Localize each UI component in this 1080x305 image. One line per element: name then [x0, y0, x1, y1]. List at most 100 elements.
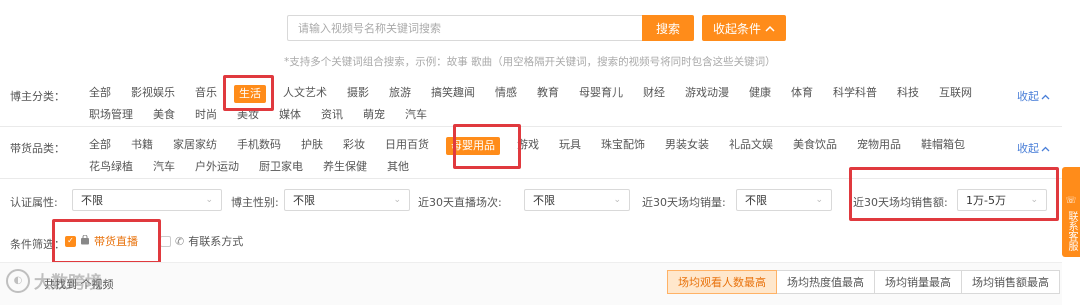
category-item[interactable]: 体育: [788, 85, 816, 103]
certification-label: 认证属性:: [10, 196, 58, 209]
category-item[interactable]: 汽车: [402, 107, 430, 122]
category-item[interactable]: 男装女装: [662, 137, 712, 155]
category-item[interactable]: 母婴用品: [446, 137, 500, 155]
category-item[interactable]: 影视娱乐: [128, 85, 178, 103]
sort-option-button[interactable]: 场均观看人数最高: [667, 270, 777, 294]
certification-select[interactable]: 不限 ⌄: [72, 189, 222, 211]
divider: [0, 178, 1062, 179]
blogger-category-list: 全部 影视娱乐 音乐 生活 人文艺术 摄影 旅游 搞笑趣闻 情感 教育 母婴育儿 财经 游戏动漫 健康 体育…: [86, 85, 1016, 122]
category-item[interactable]: 媒体: [276, 107, 304, 122]
phone-icon: ✆: [175, 234, 185, 248]
collapse-link-label: 收起: [1017, 142, 1039, 155]
category-item[interactable]: 生活: [234, 85, 266, 103]
category-item[interactable]: 手机数码: [234, 137, 284, 155]
select-value: 不限: [533, 194, 555, 207]
category-item[interactable]: 美妆: [234, 107, 262, 122]
category-item[interactable]: 互联网: [936, 85, 975, 103]
sort-option-button[interactable]: 场均热度值最高: [776, 270, 875, 294]
sort-option-button[interactable]: 场均销量最高: [874, 270, 962, 294]
category-item[interactable]: 美食饮品: [790, 137, 840, 155]
gender-label: 博主性别:: [231, 196, 279, 209]
blogger-category-collapse[interactable]: 收起: [1017, 88, 1050, 104]
chevron-down-icon: ⌄: [393, 195, 401, 205]
search-input[interactable]: [287, 15, 642, 41]
category-item[interactable]: 科技: [894, 85, 922, 103]
category-item[interactable]: 家居家纺: [170, 137, 220, 155]
category-item[interactable]: 健康: [746, 85, 774, 103]
category-item[interactable]: 礼品文娱: [726, 137, 776, 155]
category-item[interactable]: 情感: [492, 85, 520, 103]
category-item[interactable]: 财经: [640, 85, 668, 103]
blogger-category-label: 博主分类：: [10, 90, 65, 103]
avg-revenue-select[interactable]: 1万-5万 ⌄: [957, 189, 1047, 211]
select-value: 不限: [81, 194, 103, 207]
select-value: 1万-5万: [966, 194, 1006, 207]
category-item[interactable]: 资讯: [318, 107, 346, 122]
category-item[interactable]: 搞笑趣闻: [428, 85, 478, 103]
category-item[interactable]: 花鸟绿植: [86, 159, 136, 174]
collapse-conditions-button[interactable]: 收起条件: [702, 15, 786, 41]
select-value: 不限: [745, 194, 767, 207]
sort-option-button[interactable]: 场均销售额最高: [961, 270, 1060, 294]
goods-category-list: 全部 书籍 家居家纺 手机数码 护肤 彩妆 日用百货 母婴用品 游戏 玩具 珠宝配饰 男装女装 礼品文娱…: [86, 137, 1016, 174]
live-count-label: 近30天直播场次:: [418, 196, 502, 209]
sort-options: 场均观看人数最高 场均热度值最高 场均销量最高 场均销售额最高: [667, 270, 1060, 294]
avg-sales-label: 近30天场均销量:: [642, 196, 726, 209]
category-item[interactable]: 时尚: [192, 107, 220, 122]
select-value: 不限: [293, 194, 315, 207]
category-item[interactable]: 汽车: [150, 159, 178, 174]
category-item[interactable]: 美食: [150, 107, 178, 122]
category-item[interactable]: 全部: [86, 85, 114, 103]
goods-category-label: 带货品类：: [10, 142, 65, 155]
category-item[interactable]: 旅游: [386, 85, 414, 103]
category-item[interactable]: 日用百货: [382, 137, 432, 155]
category-item[interactable]: 摄影: [344, 85, 372, 103]
watermark: ◐ 大数跨境: [6, 268, 102, 293]
avg-sales-select[interactable]: 不限 ⌄: [736, 189, 832, 211]
gender-select[interactable]: 不限 ⌄: [284, 189, 410, 211]
category-item[interactable]: 职场管理: [86, 107, 136, 122]
search-bar: 搜索 收起条件: [287, 15, 786, 41]
customer-service-label: 联系客服: [1066, 211, 1077, 251]
watermark-logo-icon: ◐: [6, 268, 30, 293]
chevron-down-icon: ⌄: [205, 195, 213, 205]
category-item[interactable]: 户外运动: [192, 159, 242, 174]
divider: [0, 126, 1062, 127]
category-item[interactable]: 游戏: [514, 137, 542, 155]
category-item[interactable]: 全部: [86, 137, 114, 155]
category-item[interactable]: 厨卫家电: [256, 159, 306, 174]
chevron-up-icon: [1041, 90, 1050, 103]
live-count-select[interactable]: 不限 ⌄: [524, 189, 630, 211]
category-item[interactable]: 玩具: [556, 137, 584, 155]
category-item[interactable]: 书籍: [128, 137, 156, 155]
watermark-text: 大数跨境: [34, 273, 102, 293]
category-item[interactable]: 其他: [384, 159, 412, 174]
category-item[interactable]: 鞋帽箱包: [918, 137, 968, 155]
category-item[interactable]: 珠宝配饰: [598, 137, 648, 155]
live-commerce-checkbox[interactable]: ✓ 带货直播: [65, 233, 138, 249]
condition-filter-label: 条件筛选：: [10, 238, 65, 251]
chevron-up-icon: [765, 21, 775, 35]
checkbox-checked[interactable]: ✓: [65, 235, 76, 247]
chevron-up-icon: [1041, 142, 1050, 155]
category-item[interactable]: 音乐: [192, 85, 220, 103]
category-item[interactable]: 彩妆: [340, 137, 368, 155]
search-hint: *支持多个关键词组合搜索，示例：故事 歌曲（用空格隔开关键词，搜索的视频号将同时…: [284, 56, 776, 68]
category-item[interactable]: 游戏动漫: [682, 85, 732, 103]
category-item[interactable]: 护肤: [298, 137, 326, 155]
contact-checkbox[interactable]: ✆ 有联系方式: [160, 233, 243, 249]
category-item[interactable]: 宠物用品: [854, 137, 904, 155]
category-item[interactable]: 萌宠: [360, 107, 388, 122]
bag-icon: [80, 234, 90, 248]
customer-service-tab[interactable]: ☏ 联系客服: [1062, 167, 1080, 257]
goods-category-collapse[interactable]: 收起: [1017, 140, 1050, 156]
category-item[interactable]: 教育: [534, 85, 562, 103]
category-item[interactable]: 人文艺术: [280, 85, 330, 103]
category-item[interactable]: 养生保健: [320, 159, 370, 174]
search-button[interactable]: 搜索: [642, 15, 694, 41]
contact-label: 有联系方式: [188, 235, 244, 248]
category-item[interactable]: 母婴育儿: [576, 85, 626, 103]
checkbox-unchecked[interactable]: [160, 235, 171, 247]
live-commerce-label: 带货直播: [94, 235, 138, 248]
category-item[interactable]: 科学科普: [830, 85, 880, 103]
